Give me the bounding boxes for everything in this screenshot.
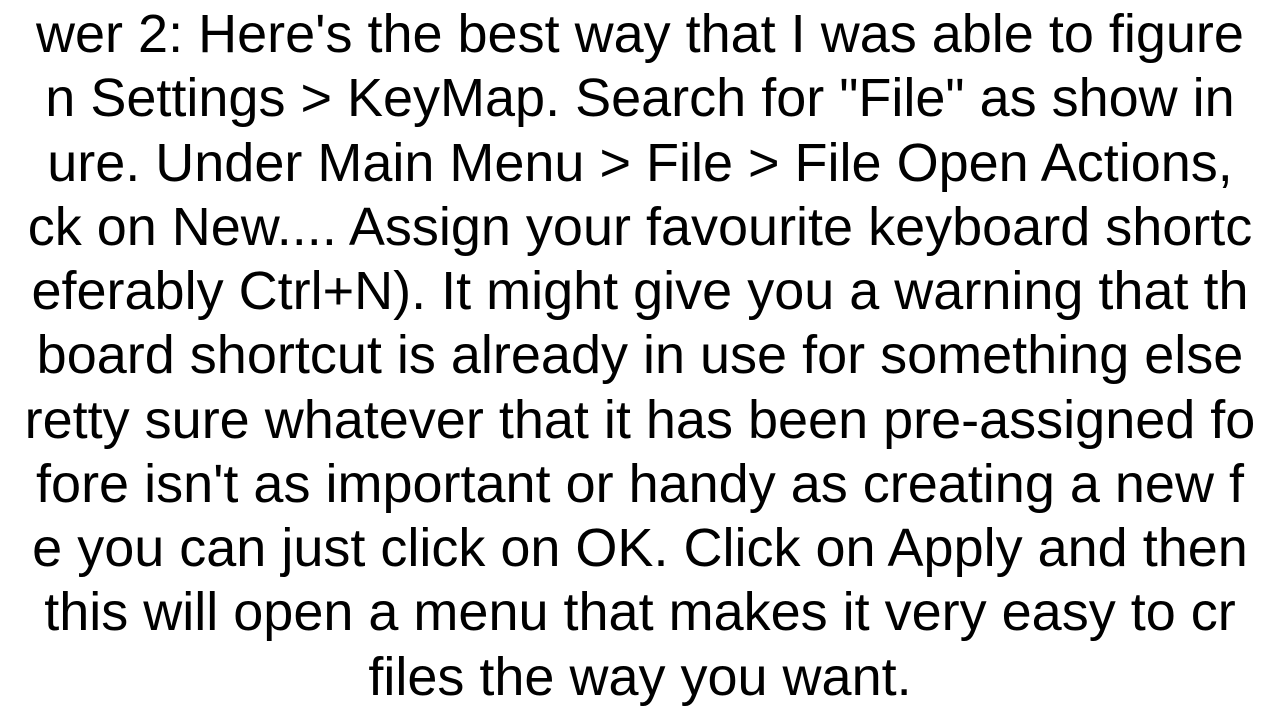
answer-body-text: wer 2: Here's the best way that I was ab… xyxy=(0,2,1280,709)
